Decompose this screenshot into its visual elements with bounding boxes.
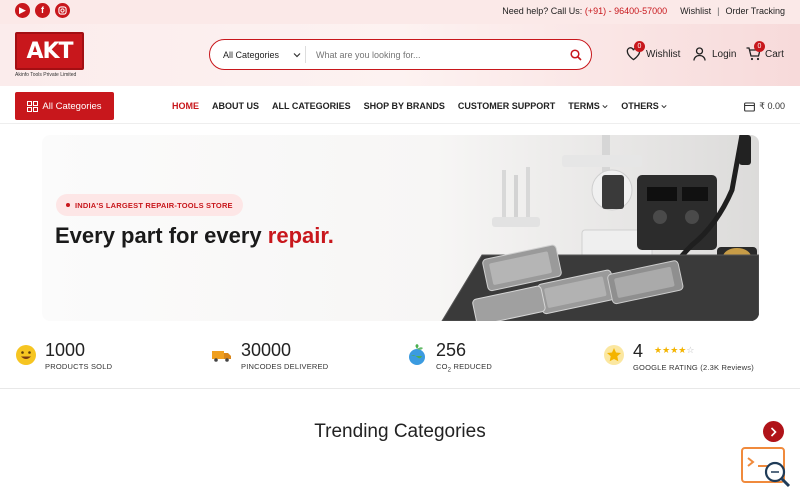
instagram-icon[interactable] — [55, 3, 70, 18]
hero-headline: Every part for every repair. — [55, 223, 334, 249]
cart-total[interactable]: ₹ 0.00 — [744, 101, 785, 112]
co2-prefix: CO — [436, 362, 448, 371]
nav-row: All Categories HOME ABOUT US ALL CATEGOR… — [0, 86, 800, 124]
wallet-icon — [744, 101, 756, 112]
rating-row: 4 ★★★★☆ — [633, 340, 754, 361]
main-menu: HOME ABOUT US ALL CATEGORIES SHOP BY BRA… — [172, 101, 667, 111]
search-button[interactable] — [561, 48, 591, 61]
login-label: Login — [712, 48, 737, 60]
hero-tag: INDIA'S LARGEST REPAIR-TOOLS STORE — [56, 194, 243, 216]
stat-google-rating: 4 ★★★★☆ GOOGLE RATING (2.3K Reviews) — [603, 340, 754, 372]
header-wishlist[interactable]: 0 Wishlist — [626, 41, 681, 61]
carousel-next-button[interactable] — [763, 421, 784, 442]
truck-icon — [212, 351, 231, 362]
top-wishlist-link[interactable]: Wishlist — [680, 6, 711, 16]
help-widget-icon[interactable] — [740, 444, 795, 490]
nav-others[interactable]: OTHERS — [621, 101, 667, 111]
nav-shop-by-brands[interactable]: SHOP BY BRANDS — [364, 101, 445, 111]
stat-co2: 256 CO2 REDUCED — [406, 340, 492, 374]
nav-home[interactable]: HOME — [172, 101, 199, 111]
nav-about-us[interactable]: ABOUT US — [212, 101, 259, 111]
nav-others-label: OTHERS — [621, 101, 659, 111]
stat-value: 30000 — [241, 340, 292, 360]
top-separator: | — [717, 6, 720, 16]
main-header: AKT Akinfo Tools Private Limited All Cat… — [0, 24, 800, 86]
user-icon — [693, 47, 706, 61]
header-cart[interactable]: 0 Cart — [746, 41, 784, 61]
search-category-label: All Categories — [223, 49, 280, 60]
logo-text: AKT — [26, 38, 73, 64]
star-icon: ★ — [654, 345, 663, 355]
chevron-down-icon — [293, 52, 301, 57]
stat-products-sold: 1000 PRODUCTS SOLD — [15, 340, 112, 371]
help-phone[interactable]: (+91) - 96400-57000 — [585, 6, 667, 16]
search-icon — [570, 48, 582, 61]
youtube-icon[interactable]: ▶ — [15, 3, 30, 18]
star-icon: ★ — [662, 345, 671, 355]
logo[interactable]: AKT — [15, 32, 84, 70]
grid-icon — [27, 100, 39, 112]
cart-label: Cart — [765, 48, 784, 60]
stat-label: PRODUCTS SOLD — [45, 362, 113, 371]
stat-label: PINCODES DELIVERED — [241, 362, 329, 371]
search-category-select[interactable]: All Categories — [210, 46, 306, 63]
hero-tag-text: INDIA'S LARGEST REPAIR-TOOLS STORE — [75, 200, 233, 210]
nav-terms[interactable]: TERMS — [568, 101, 608, 111]
hero-banner[interactable]: INDIA'S LARGEST REPAIR-TOOLS STORE Every… — [42, 135, 759, 321]
search-bar: All Categories — [209, 39, 592, 70]
stat-value: 1000 — [45, 340, 86, 360]
chevron-down-icon — [661, 105, 667, 109]
cart-total-value: ₹ 0.00 — [759, 101, 785, 111]
chevron-right-icon — [770, 426, 777, 437]
tag-dot — [66, 203, 70, 207]
nav-customer-support[interactable]: CUSTOMER SUPPORT — [458, 101, 555, 111]
top-bar: ▶ f Need help? Call Us: (+91) - 96400-57… — [0, 0, 800, 24]
star-badge-icon — [604, 345, 624, 365]
star-empty-icon: ☆ — [686, 345, 695, 355]
header-login[interactable]: Login — [693, 47, 736, 61]
section-divider — [0, 388, 800, 389]
top-links: Need help? Call Us: (+91) - 96400-57000 … — [502, 6, 785, 16]
all-categories-button[interactable]: All Categories — [15, 92, 114, 120]
co2-suffix: REDUCED — [451, 362, 492, 371]
stat-label: GOOGLE RATING (2.3K Reviews) — [633, 363, 754, 372]
nav-all-categories[interactable]: ALL CATEGORIES — [272, 101, 351, 111]
cart-count-badge: 0 — [754, 41, 765, 52]
stat-label: CO2 REDUCED — [436, 362, 492, 374]
stat-pincodes: 30000 PINCODES DELIVERED — [211, 340, 328, 371]
wishlist-label: Wishlist — [646, 48, 681, 60]
hero-headline-prefix: Every part for every — [55, 223, 268, 248]
stat-value: 4 — [633, 341, 644, 361]
chevron-down-icon — [602, 105, 608, 109]
rating-stars: ★★★★☆ — [654, 345, 694, 355]
search-input[interactable] — [306, 49, 561, 60]
stats-row: 1000 PRODUCTS SOLD 30000 PINCODES DELIVERE… — [0, 340, 800, 388]
all-categories-label: All Categories — [42, 100, 102, 112]
smiley-icon — [16, 345, 36, 365]
trending-title: Trending Categories — [314, 421, 486, 442]
stat-value: 256 — [436, 340, 467, 360]
hero-headline-highlight: repair. — [267, 223, 334, 248]
logo-subtitle: Akinfo Tools Private Limited — [15, 72, 77, 78]
order-tracking-link[interactable]: Order Tracking — [725, 6, 785, 16]
wishlist-count-badge: 0 — [634, 41, 645, 52]
globe-leaf-icon — [409, 344, 425, 365]
nav-terms-label: TERMS — [568, 101, 600, 111]
social-links: ▶ f — [15, 3, 70, 18]
help-label: Need help? Call Us: — [502, 6, 583, 16]
facebook-icon[interactable]: f — [35, 3, 50, 18]
